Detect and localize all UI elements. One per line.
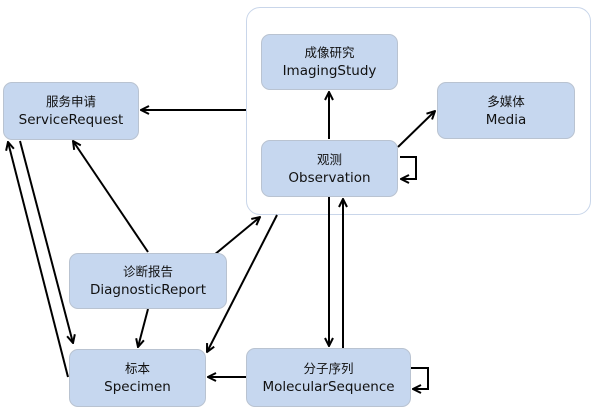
node-service-request[interactable]: 服务申请 ServiceRequest xyxy=(3,82,139,140)
edge-specimen-to-servicerequest xyxy=(8,142,69,378)
edge-servicerequest-to-specimen xyxy=(19,140,73,343)
node-media[interactable]: 多媒体 Media xyxy=(437,82,575,139)
diagram: 服务申请 ServiceRequest 成像研究 ImagingStudy 多媒… xyxy=(0,0,597,411)
edge-observation-to-media xyxy=(397,111,435,148)
node-label-en: Specimen xyxy=(104,379,171,395)
node-label-zh: 成像研究 xyxy=(304,45,355,60)
edge-molecularsequence-self-loop xyxy=(411,367,429,389)
edge-diagnosticreport-to-specimen xyxy=(138,308,149,347)
node-label-en: DiagnosticReport xyxy=(89,282,207,298)
node-label-en: ServiceRequest xyxy=(18,112,124,128)
node-specimen[interactable]: 标本 Specimen xyxy=(69,349,206,407)
node-observation[interactable]: 观测 Observation xyxy=(261,140,398,197)
node-label-zh: 标本 xyxy=(124,361,150,376)
node-label-zh: 诊断报告 xyxy=(122,264,173,279)
node-label-zh: 服务申请 xyxy=(45,94,96,109)
node-label-zh: 观测 xyxy=(316,151,342,167)
node-diagnostic-report[interactable]: 诊断报告 DiagnosticReport xyxy=(69,253,227,309)
node-label-en: MolecularSequence xyxy=(262,378,395,395)
node-molecular-sequence[interactable]: 分子序列 MolecularSequence xyxy=(246,348,411,407)
node-label-zh: 分子序列 xyxy=(303,360,354,376)
node-imaging-study[interactable]: 成像研究 ImagingStudy xyxy=(261,34,398,90)
edge-diagnosticreport-to-servicerequest xyxy=(73,141,149,253)
edge-observation-self-loop xyxy=(400,156,417,179)
node-label-zh: 多媒体 xyxy=(487,93,525,109)
node-label-en: Observation xyxy=(288,169,371,186)
node-label-en: ImagingStudy xyxy=(282,63,377,79)
node-label-en: Media xyxy=(485,111,527,128)
